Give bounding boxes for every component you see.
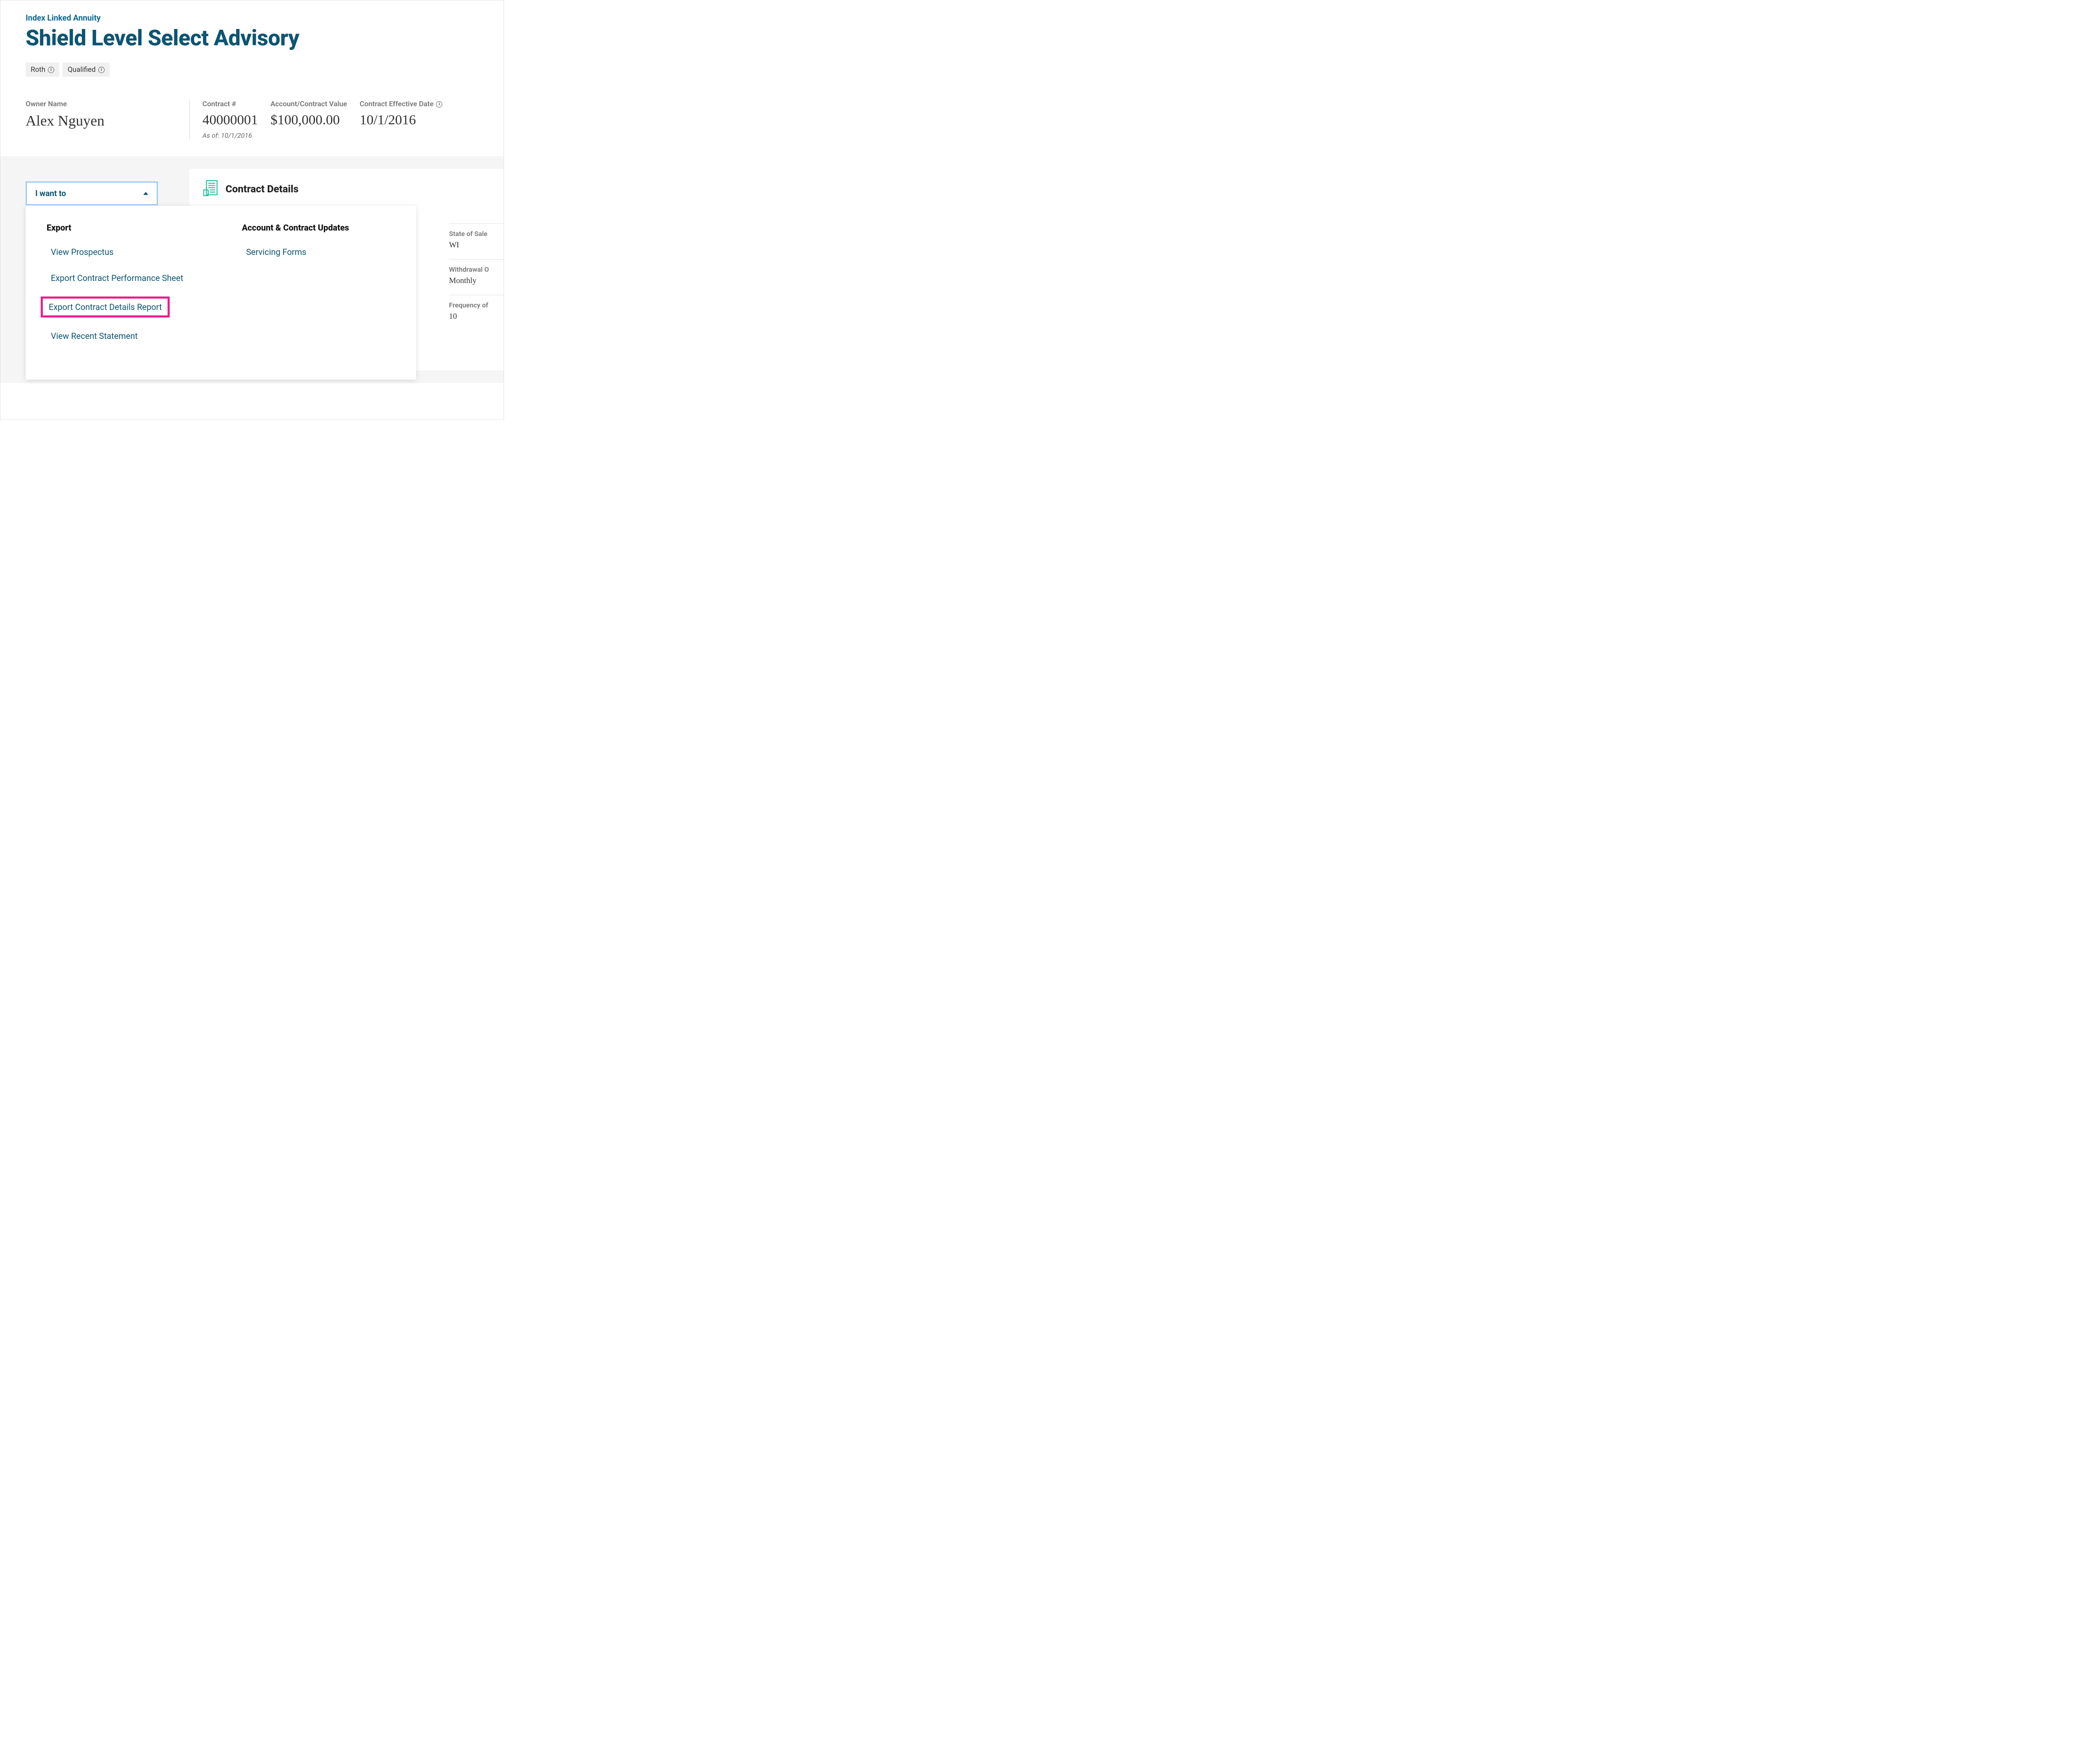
product-title: Shield Level Select Advisory xyxy=(26,25,478,51)
contract-asof: As of: 10/1/2016 xyxy=(202,131,258,139)
field-value: WI xyxy=(449,241,504,250)
dropdown-col-export: Export View Prospectus Export Contract P… xyxy=(47,223,200,354)
tag-row: Roth i Qualified i xyxy=(26,63,478,77)
summary-value: Account/Contract Value $100,000.00 xyxy=(270,100,360,139)
summary-contract: Contract # 40000001 As of: 10/1/2016 xyxy=(189,100,270,139)
lower-section: Contract Details State of Sale WI Withdr… xyxy=(0,156,504,383)
value-label: Account/Contract Value xyxy=(270,100,347,108)
field-value: Monthly xyxy=(449,276,504,286)
owner-name: Alex Nguyen xyxy=(26,113,173,129)
info-icon[interactable]: i xyxy=(436,101,442,108)
account-value: $100,000.00 xyxy=(270,113,347,128)
dropdown-col-updates: Account & Contract Updates Servicing For… xyxy=(242,223,395,354)
details-title: Contract Details xyxy=(226,183,299,195)
info-icon[interactable]: i xyxy=(48,67,54,73)
dropdown-heading-export: Export xyxy=(47,223,200,233)
tag-roth[interactable]: Roth i xyxy=(26,63,59,77)
menu-view-recent-statement[interactable]: View Recent Statement xyxy=(47,328,200,344)
details-header: Contract Details xyxy=(202,179,491,199)
tag-qualified-label: Qualified xyxy=(68,66,96,74)
summary-date: Contract Effective Date i 10/1/2016 xyxy=(360,100,459,139)
menu-export-contract-details-report[interactable]: Export Contract Details Report xyxy=(41,296,170,317)
summary-owner: Owner Name Alex Nguyen xyxy=(26,100,189,139)
contract-page: Index Linked Annuity Shield Level Select… xyxy=(0,0,504,420)
header-section: Index Linked Annuity Shield Level Select… xyxy=(0,0,504,156)
field-label: Withdrawal O xyxy=(449,265,504,273)
i-want-to-dropdown[interactable]: I want to xyxy=(26,181,158,205)
info-icon[interactable]: i xyxy=(98,67,105,73)
tag-qualified[interactable]: Qualified i xyxy=(63,63,110,77)
contract-label: Contract # xyxy=(202,100,258,108)
field-label: Frequency of xyxy=(449,301,504,309)
tag-roth-label: Roth xyxy=(31,66,45,74)
contract-number: 40000001 xyxy=(202,113,258,128)
details-fields: State of Sale WI Withdrawal O Monthly Fr… xyxy=(449,223,504,331)
document-icon xyxy=(202,179,220,199)
effective-date: 10/1/2016 xyxy=(360,113,442,128)
caret-up-icon xyxy=(143,192,148,195)
menu-export-performance-sheet[interactable]: Export Contract Performance Sheet xyxy=(47,270,200,286)
field-label: State of Sale xyxy=(449,230,504,238)
dropdown-panel: Export View Prospectus Export Contract P… xyxy=(26,206,416,380)
menu-view-prospectus[interactable]: View Prospectus xyxy=(47,244,200,260)
field-value: 10 xyxy=(449,312,504,321)
date-label: Contract Effective Date i xyxy=(360,100,442,108)
dropdown-heading-updates: Account & Contract Updates xyxy=(242,223,395,233)
menu-servicing-forms[interactable]: Servicing Forms xyxy=(242,244,395,260)
dropdown-label: I want to xyxy=(35,189,66,198)
owner-label: Owner Name xyxy=(26,100,173,108)
summary-row: Owner Name Alex Nguyen Contract # 400000… xyxy=(26,100,478,139)
field-state-of-sale: State of Sale WI xyxy=(449,223,504,259)
field-frequency: Frequency of 10 xyxy=(449,295,504,331)
product-category: Index Linked Annuity xyxy=(26,13,478,23)
field-withdrawal: Withdrawal O Monthly xyxy=(449,259,504,295)
date-label-text: Contract Effective Date xyxy=(360,100,433,108)
